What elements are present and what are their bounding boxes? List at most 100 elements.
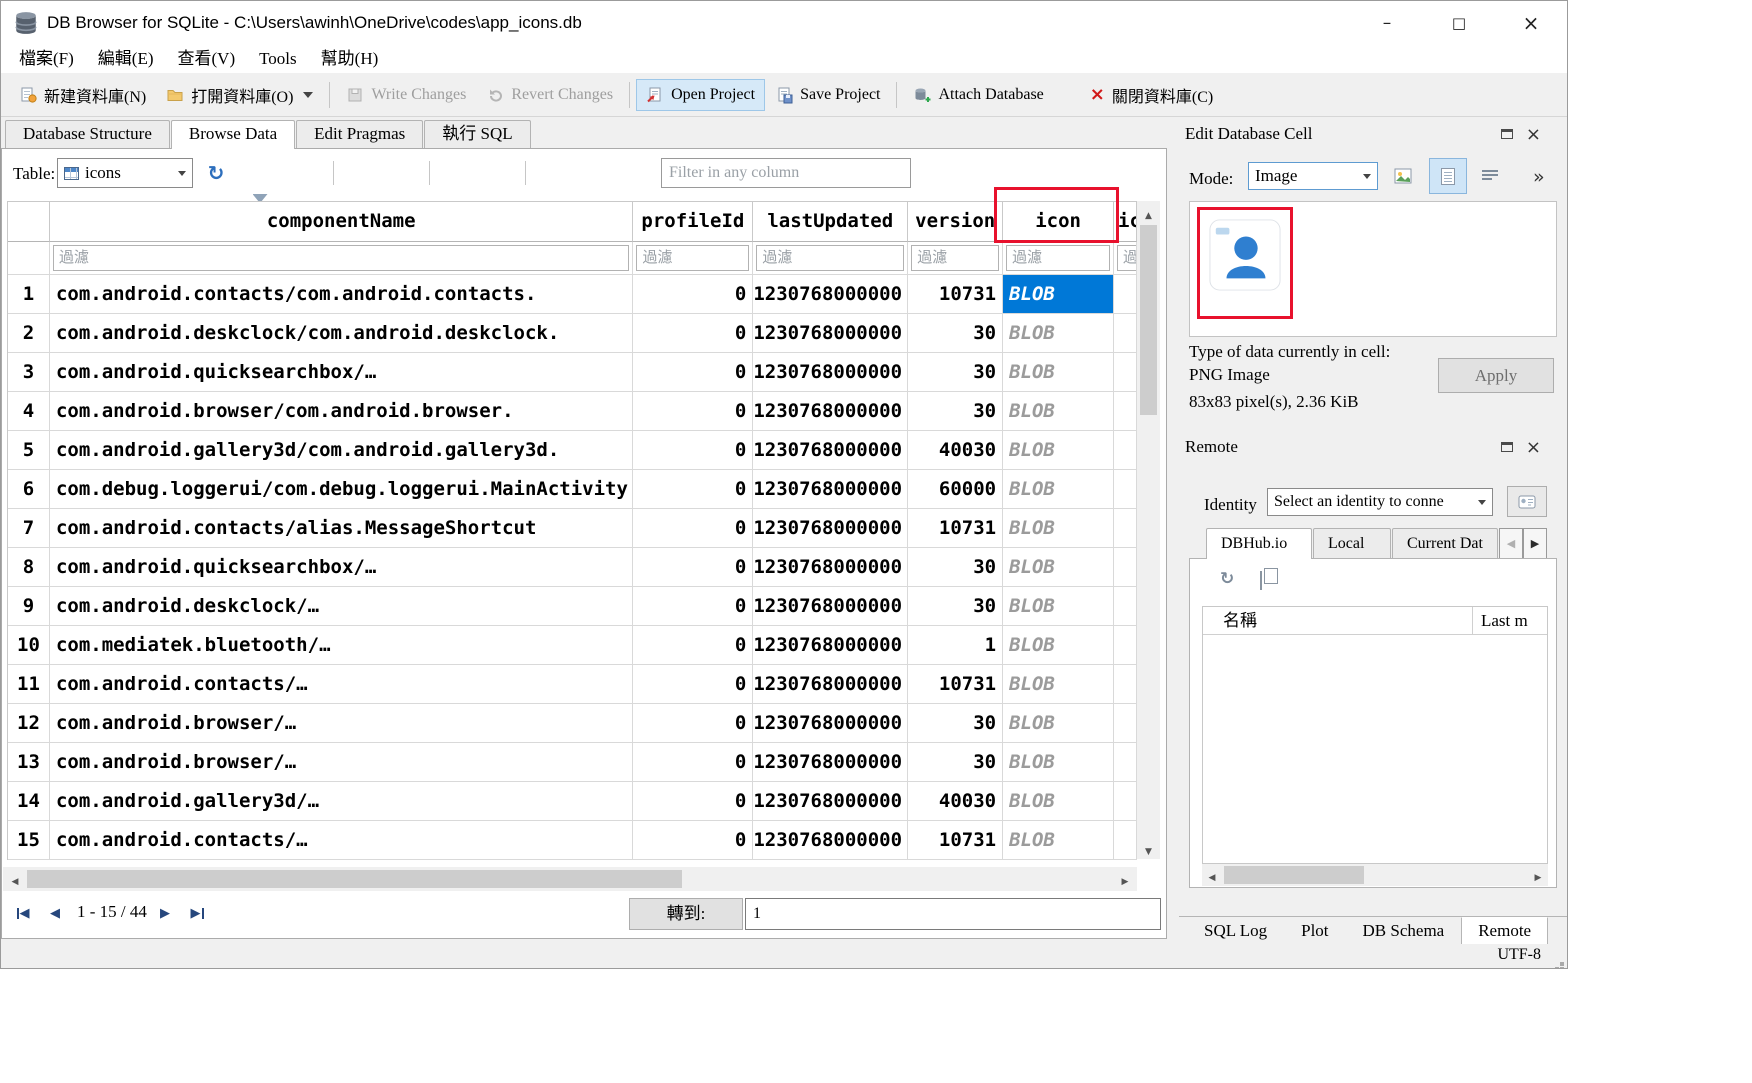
cell-overflow[interactable] [1114, 548, 1137, 587]
cell-componentname[interactable]: com.android.gallery3d/… [50, 782, 633, 821]
cell-lastupdated[interactable]: 1230768000000 [753, 431, 908, 470]
remote-tab-local[interactable]: Local [1313, 528, 1391, 559]
cell-version[interactable]: 40030 [908, 782, 1003, 821]
import-image-button[interactable] [1387, 160, 1419, 192]
cell-componentname[interactable]: com.android.quicksearchbox/… [50, 353, 633, 392]
global-filter-input[interactable] [661, 158, 911, 188]
tab-edit-pragmas[interactable]: Edit Pragmas [296, 120, 423, 148]
dock-float-icon[interactable] [1501, 442, 1513, 452]
open-project-button[interactable]: Open Project [636, 79, 765, 111]
cell-overflow[interactable] [1114, 665, 1137, 704]
vertical-scrollbar-thumb[interactable] [1140, 225, 1157, 415]
scroll-down-button[interactable] [1137, 839, 1160, 857]
filter-version-input[interactable] [911, 245, 999, 271]
goto-button[interactable]: 轉到: [629, 898, 743, 930]
row-number-header[interactable]: 5 [8, 431, 50, 470]
horizontal-scrollbar-thumb[interactable] [27, 870, 682, 888]
column-header-profileid[interactable]: profileId [633, 202, 753, 242]
row-number-header[interactable]: 8 [8, 548, 50, 587]
cell-lastupdated[interactable]: 1230768000000 [753, 470, 908, 509]
cell-overflow[interactable] [1114, 821, 1137, 860]
cell-componentname[interactable]: com.android.browser/… [50, 743, 633, 782]
column-header-componentname[interactable]: componentName [50, 202, 633, 242]
menu-tools[interactable]: Tools [247, 46, 309, 73]
cell-profileid[interactable]: 0 [633, 431, 753, 470]
row-number-header[interactable]: 3 [8, 353, 50, 392]
filter-overflow-input[interactable] [1117, 245, 1137, 271]
cell-componentname[interactable]: com.mediatek.bluetooth/… [50, 626, 633, 665]
remote-list-header-name[interactable]: 名稱 [1203, 607, 1473, 634]
first-page-button[interactable]: ◀ [9, 900, 37, 926]
cell-lastupdated[interactable]: 1230768000000 [753, 743, 908, 782]
cell-profileid[interactable]: 0 [633, 782, 753, 821]
column-header-lastupdated[interactable]: lastUpdated [753, 202, 908, 242]
cell-profileid[interactable]: 0 [633, 548, 753, 587]
remote-tab-current-database[interactable]: Current Dat [1392, 528, 1498, 559]
cell-componentname[interactable]: com.android.deskclock/com.android.deskcl… [50, 314, 633, 353]
cell-componentname[interactable]: com.android.browser/… [50, 704, 633, 743]
new-database-button[interactable]: 新建資料庫(N) [9, 76, 156, 114]
cell-profileid[interactable]: 0 [633, 353, 753, 392]
row-number-header[interactable]: 7 [8, 509, 50, 548]
mode-selector[interactable]: Image [1248, 162, 1378, 190]
cell-profileid[interactable]: 0 [633, 626, 753, 665]
cell-version[interactable]: 40030 [908, 431, 1003, 470]
dock-tab-sql-log[interactable]: SQL Log [1187, 917, 1284, 945]
cell-profileid[interactable]: 0 [633, 470, 753, 509]
tab-database-structure[interactable]: Database Structure [5, 120, 170, 148]
cell-overflow[interactable] [1114, 509, 1137, 548]
cell-profileid[interactable]: 0 [633, 821, 753, 860]
cell-icon[interactable]: BLOB [1003, 392, 1114, 431]
cell-overflow[interactable] [1114, 743, 1137, 782]
remote-tab-dbhubio[interactable]: DBHub.io [1206, 528, 1312, 559]
cell-version[interactable]: 30 [908, 587, 1003, 626]
cell-overflow[interactable] [1114, 704, 1137, 743]
encoding-indicator[interactable]: UTF-8 [1497, 946, 1541, 964]
cell-profileid[interactable]: 0 [633, 314, 753, 353]
row-number-header[interactable]: 10 [8, 626, 50, 665]
cell-componentname[interactable]: com.android.gallery3d/com.android.galler… [50, 431, 633, 470]
cell-lastupdated[interactable]: 1230768000000 [753, 704, 908, 743]
cell-profileid[interactable]: 0 [633, 665, 753, 704]
cell-overflow[interactable] [1114, 353, 1137, 392]
cell-icon[interactable]: BLOB [1003, 431, 1114, 470]
cell-version[interactable]: 30 [908, 314, 1003, 353]
cell-lastupdated[interactable]: 1230768000000 [753, 587, 908, 626]
tab-browse-data[interactable]: Browse Data [171, 120, 295, 149]
column-header-icon[interactable]: icon [1003, 202, 1114, 242]
scroll-left-button[interactable] [5, 867, 25, 891]
cell-icon[interactable]: BLOB [1003, 782, 1114, 821]
table-selector[interactable]: icons [57, 158, 193, 188]
cell-version[interactable]: 10731 [908, 509, 1003, 548]
write-changes-button[interactable]: Write Changes [336, 79, 476, 111]
previous-page-button[interactable]: ◀ [41, 900, 69, 926]
cell-profileid[interactable]: 0 [633, 704, 753, 743]
row-number-header[interactable]: 11 [8, 665, 50, 704]
row-number-header[interactable]: 6 [8, 470, 50, 509]
row-number-header[interactable]: 13 [8, 743, 50, 782]
row-number-header[interactable]: 15 [8, 821, 50, 860]
menu-view[interactable]: 查看(V) [166, 46, 248, 73]
corner-header[interactable] [8, 202, 50, 242]
cell-version[interactable]: 10731 [908, 275, 1003, 314]
cell-profileid[interactable]: 0 [633, 587, 753, 626]
cell-componentname[interactable]: com.android.contacts/… [50, 821, 633, 860]
remote-clone-button[interactable] [1260, 572, 1262, 590]
refresh-button[interactable]: ↻ [201, 159, 231, 187]
open-database-button[interactable]: 打開資料庫(O) [156, 76, 303, 114]
cell-version[interactable]: 30 [908, 392, 1003, 431]
cell-lastupdated[interactable]: 1230768000000 [753, 821, 908, 860]
cell-componentname[interactable]: com.android.contacts/alias.MessageShortc… [50, 509, 633, 548]
cell-version[interactable]: 30 [908, 548, 1003, 587]
filter-componentname-input[interactable] [53, 245, 629, 271]
tab-scroll-right-button[interactable]: ▶ [1523, 528, 1547, 559]
cell-lastupdated[interactable]: 1230768000000 [753, 782, 908, 821]
scroll-right-button[interactable] [1528, 864, 1548, 886]
cell-version[interactable]: 1 [908, 626, 1003, 665]
cell-lastupdated[interactable]: 1230768000000 [753, 509, 908, 548]
menu-edit[interactable]: 編輯(E) [86, 46, 166, 73]
resize-grip[interactable] [1560, 962, 1564, 966]
cell-componentname[interactable]: com.android.quicksearchbox/… [50, 548, 633, 587]
cell-lastupdated[interactable]: 1230768000000 [753, 353, 908, 392]
identity-settings-button[interactable] [1507, 486, 1547, 517]
